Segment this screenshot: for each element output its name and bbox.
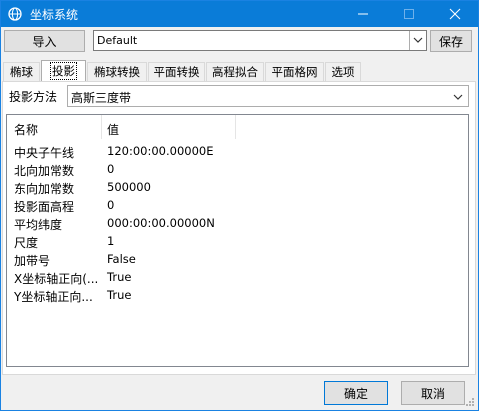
param-name: 北向加常数	[14, 164, 75, 178]
param-value[interactable]: 1	[107, 234, 114, 248]
resize-grip-icon[interactable]	[465, 397, 475, 407]
param-name: 尺度	[14, 236, 39, 250]
tab-projection[interactable]: 投影	[41, 60, 86, 81]
grid-row[interactable]: 东向加常数 500000	[7, 178, 468, 196]
save-button[interactable]: 保存	[430, 30, 472, 52]
cancel-button[interactable]: 取消	[401, 381, 465, 405]
import-button[interactable]: 导入	[4, 30, 85, 52]
tab-ellipsoid-transform[interactable]: 椭球转换	[87, 62, 147, 81]
param-name: 平均纬度	[14, 218, 63, 232]
grid-row[interactable]: X坐标轴正向(... True	[7, 268, 468, 286]
close-icon	[449, 8, 461, 20]
grid-row[interactable]: 平均纬度 000:00:00.00000N	[7, 214, 468, 232]
param-name: 中央子午线	[14, 146, 75, 160]
title-bar[interactable]: 坐标系统	[1, 1, 478, 27]
tab-plane-transform[interactable]: 平面转换	[148, 62, 205, 81]
tab-plane-grid[interactable]: 平面格网	[265, 62, 324, 81]
param-value[interactable]: 120:00:00.00000E	[107, 144, 213, 158]
param-name: 投影面高程	[14, 200, 75, 214]
minimize-button[interactable]	[340, 1, 386, 27]
ok-button[interactable]: 确定	[324, 381, 388, 405]
param-name: X坐标轴正向(...	[14, 272, 99, 286]
profile-select[interactable]: Default	[93, 30, 427, 51]
chevron-down-icon	[413, 37, 423, 43]
tab-label: 椭球转换	[94, 65, 140, 79]
tab-label: 投影	[50, 62, 77, 80]
param-name: Y坐标轴正向...	[14, 290, 93, 304]
projection-parameters-grid[interactable]: 名称 值 中央子午线 120:00:00.00000E 北向加常数 0 东向加常数 5…	[6, 114, 469, 367]
grid-row[interactable]: 投影面高程 0	[7, 196, 468, 214]
maximize-icon	[404, 9, 414, 19]
tab-label: 椭球	[10, 65, 33, 79]
minimize-icon	[358, 13, 368, 15]
globe-icon	[8, 7, 22, 21]
grid-row[interactable]: 加带号 False	[7, 250, 468, 268]
projection-method-value: 高斯三度带	[71, 91, 132, 105]
param-value[interactable]: 0	[107, 162, 114, 176]
column-header-name[interactable]: 名称	[7, 115, 102, 139]
tab-height-fitting[interactable]: 高程拟合	[206, 62, 264, 81]
tab-label: 高程拟合	[212, 65, 258, 79]
maximize-button[interactable]	[386, 1, 432, 27]
param-value[interactable]: 000:00:00.00000N	[107, 216, 215, 230]
grid-header: 名称 值	[7, 115, 468, 139]
chevron-down-icon	[453, 94, 463, 100]
param-name: 东向加常数	[14, 182, 75, 196]
window-title: 坐标系统	[30, 8, 79, 22]
param-name: 加带号	[14, 254, 51, 268]
grid-rows: 中央子午线 120:00:00.00000E 北向加常数 0 东向加常数 500000…	[7, 142, 468, 304]
profile-select-value: Default	[97, 34, 138, 47]
projection-method-select[interactable]: 高斯三度带	[67, 85, 469, 107]
grid-row[interactable]: 尺度 1	[7, 232, 468, 250]
tab-label: 选项	[331, 65, 355, 79]
projection-method-label: 投影方法	[9, 90, 58, 104]
column-header-value[interactable]: 值	[102, 115, 236, 139]
tab-label: 平面转换	[153, 65, 200, 79]
coordinate-system-dialog: 坐标系统 导入 Default 保存 椭球 投影 椭球转换 平面转换 高程拟合 …	[0, 0, 479, 411]
profile-dropdown-button[interactable]	[409, 31, 426, 50]
param-value[interactable]: False	[107, 252, 136, 266]
param-value[interactable]: 0	[107, 198, 114, 212]
grid-row[interactable]: 北向加常数 0	[7, 160, 468, 178]
tab-options[interactable]: 选项	[325, 62, 361, 81]
param-value[interactable]: 500000	[107, 180, 151, 194]
grid-row[interactable]: 中央子午线 120:00:00.00000E	[7, 142, 468, 160]
param-value[interactable]: True	[107, 288, 131, 302]
param-value[interactable]: True	[107, 270, 131, 284]
grid-row[interactable]: Y坐标轴正向... True	[7, 286, 468, 304]
close-button[interactable]	[432, 1, 478, 27]
tab-strip: 椭球 投影 椭球转换 平面转换 高程拟合 平面格网 选项	[1, 60, 479, 81]
tab-label: 平面格网	[271, 65, 318, 79]
tab-ellipsoid[interactable]: 椭球	[3, 62, 40, 81]
